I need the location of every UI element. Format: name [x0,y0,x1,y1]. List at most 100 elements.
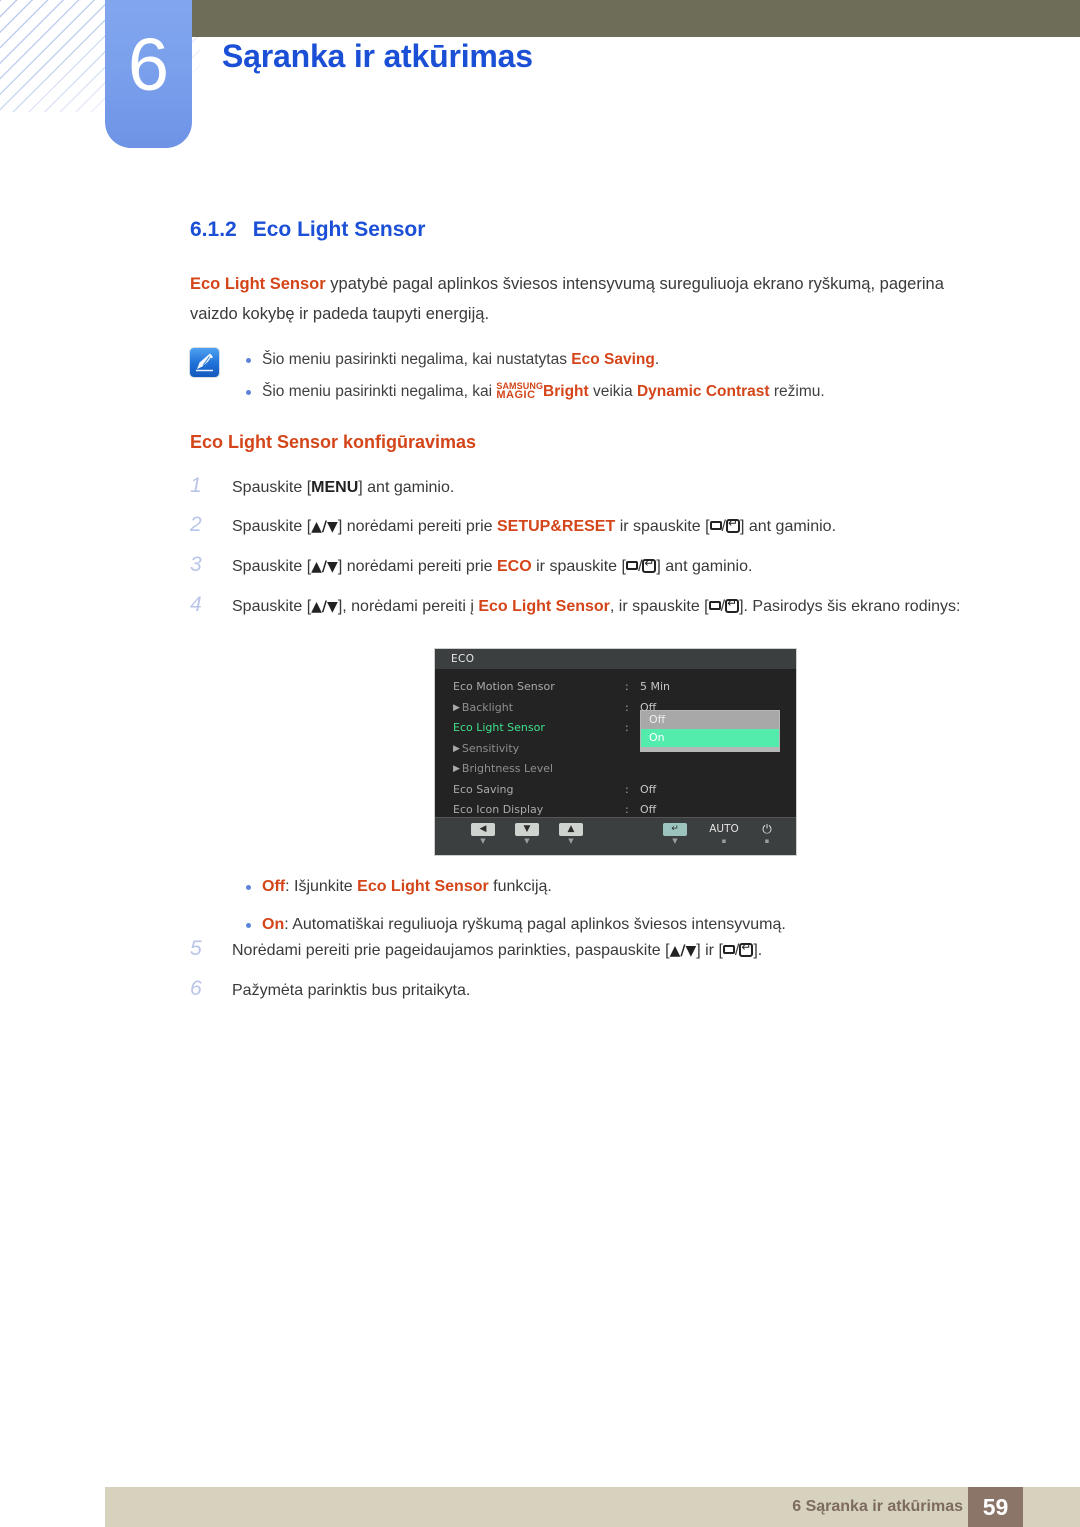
osd-menu-body: Eco Motion Sensor : 5 Min ▶ Backlight : O… [435,669,796,825]
osd-button-down[interactable]: ▼ ▼ [513,823,541,845]
arrow-down-icon: ▼ [515,823,539,836]
note-box: Šio meniu pasirinkti negalima, kai nusta… [190,344,1000,408]
step-item: 2 Spauskite [▲/▼] norėdami pereiti prie S… [190,513,1000,541]
step-highlight: ECO [497,558,532,575]
osd-row-eco-motion-sensor[interactable]: Eco Motion Sensor : 5 Min [435,677,796,698]
step-text: Spauskite [ [232,479,312,496]
note-text-mid: veikia [588,383,637,400]
osd-row-colon: : [625,700,629,714]
key-up-down: ▲/▼ [311,559,338,575]
step-text-3: ]. [753,942,763,959]
enter-icon: ↵ [663,823,687,836]
step-text-4: ]. Pasirodys šis ekrano rodinys: [739,598,961,615]
osd-dropdown-option-off[interactable]: Off [641,711,779,729]
source-button-icon [708,601,721,610]
osd-button-left[interactable]: ◀ ▼ [469,823,497,845]
osd-button-tick: ▪ [721,837,727,845]
osd-dropdown-option-on[interactable]: On [641,729,779,747]
step-item: 4 Spauskite [▲/▼], norėdami pereiti į Eco… [190,593,1000,621]
step-text-3: ir spauskite [ [531,558,626,575]
auto-label: AUTO [709,823,739,835]
osd-row-label: Eco Light Sensor [453,721,545,734]
section-title: Eco Light Sensor [252,218,426,241]
osd-button-tick: ▪ [764,837,770,845]
intro-paragraph: Eco Light Sensor ypatybė pagal aplinkos … [190,269,995,329]
key-up-down: ▲/▼ [311,519,338,535]
chapter-title: Sąranka ir atkūrimas [222,38,533,74]
note-list: Šio meniu pasirinkti negalima, kai nusta… [190,344,1000,408]
step-number: 6 [190,977,202,1000]
step-text: Spauskite [ [232,518,312,535]
osd-row-eco-saving[interactable]: Eco Saving : Off [435,780,796,801]
osd-row-label: Eco Saving [453,782,514,796]
osd-row-value: 5 Min [640,680,671,693]
option-name: Off [262,878,286,895]
step-item: 6 Pažymėta parinktis bus pritaikyta. [190,977,1000,1004]
option-bullet-list: Off: Išjunkite Eco Light Sensor funkciją… [190,868,1000,944]
step-text-4: ] ant gaminio. [656,558,753,575]
enter-button-icon [642,556,657,573]
osd-button-up[interactable]: ▲ ▼ [557,823,585,845]
steps-list: 1 Spauskite [MENU] ant gaminio. 2 Spauskit… [190,474,1000,633]
header-olive-bar [190,0,1080,37]
steps-list-continued: 5 Norėdami pereiti prie pageidaujamos par… [190,937,1000,1016]
osd-row-colon: : [625,721,629,734]
source-button-icon [625,561,638,570]
osd-button-enter[interactable]: ↵ ▼ [661,823,689,845]
option-bullets: Off: Išjunkite Eco Light Sensor funkciją… [190,868,1000,944]
note-highlight-2: Dynamic Contrast [636,383,770,400]
step-text: Spauskite [ [232,558,312,575]
magic-bottom-line: MAGIC [496,389,536,401]
osd-button-tick: ▼ [672,837,678,845]
note-text-tail: . [654,351,660,368]
step-number: 2 [190,513,202,536]
chapter-number-badge: 6 [105,0,192,148]
section-number: 6.1.2 [190,218,237,241]
samsung-magic-logo: SAMSUNG MAGIC [496,382,543,401]
enter-button-icon [725,516,740,533]
osd-row-label: Sensitivity [461,741,520,755]
step-item: 3 Spauskite [▲/▼] norėdami pereiti prie E… [190,553,1000,581]
arrow-left-icon: ◀ [471,823,495,836]
osd-button-tick: ▼ [568,837,574,845]
osd-row-brightness-level[interactable]: ▶ Brightness Level [435,759,796,780]
osd-row-label: Eco Motion Sensor [453,680,555,693]
arrow-up-icon: ▲ [559,823,583,836]
chevron-right-icon: ▶ [453,702,460,713]
step-item: 5 Norėdami pereiti prie pageidaujamos par… [190,937,1000,965]
section-heading: 6.1.2 Eco Light Sensor [190,218,425,242]
key-up-down: ▲/▼ [311,599,338,615]
osd-row-label: Backlight [461,700,514,714]
osd-row-colon: : [625,680,629,693]
key-menu: MENU [311,479,359,496]
configuration-subheading: Eco Light Sensor konfigūravimas [190,432,477,452]
osd-title-bar: ECO [435,649,796,669]
osd-button-tick: ▼ [480,837,486,845]
osd-screenshot: ECO Eco Motion Sensor : 5 Min ▶ Backlight… [434,648,797,856]
step-number: 3 [190,553,202,576]
note-item: Šio meniu pasirinkti negalima, kai nusta… [190,344,1000,376]
option-bullet-off: Off: Išjunkite Eco Light Sensor funkciją… [190,868,1000,906]
enter-button-icon [739,940,754,957]
note-highlight: Eco Saving [571,351,655,368]
chevron-right-icon: ▶ [453,743,460,754]
osd-button-auto[interactable]: AUTO ▪ [700,823,748,845]
option-text: : Išjunkite [285,878,358,895]
step-text-2: ] norėdami pereiti prie [337,558,497,575]
source-button-icon [722,945,735,954]
note-item: Šio meniu pasirinkti negalima, kai SAMSU… [190,376,1000,408]
option-text: : Automatiškai reguliuoja ryškumą pagal … [284,916,786,933]
chevron-right-icon: ▶ [453,764,460,774]
note-highlight: Bright [543,383,589,400]
step-highlight: Eco Light Sensor [478,598,610,615]
step-text: Pažymėta parinktis bus pritaikyta. [232,982,471,999]
osd-button-tick: ▼ [524,837,530,845]
osd-button-power[interactable]: ⏻ ▪ [753,823,781,845]
option-name: On [262,916,285,933]
step-text-3: , ir spauskite [ [609,598,709,615]
step-number: 5 [190,937,202,960]
step-text-2: ], norėdami pereiti į [337,598,479,615]
osd-dropdown-eco-light-sensor[interactable]: Off On [640,710,780,752]
step-number: 1 [190,474,202,497]
osd-row-colon: : [625,782,629,796]
